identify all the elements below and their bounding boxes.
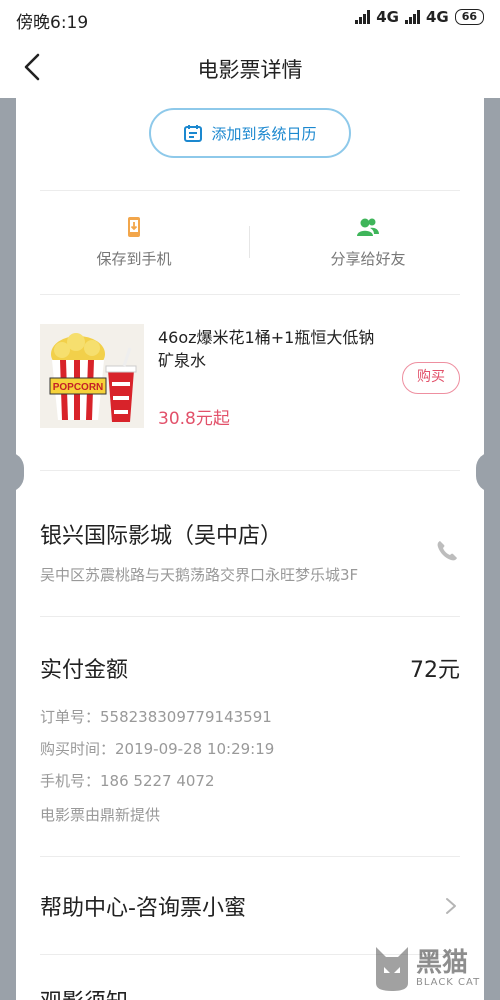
users-icon xyxy=(357,218,379,236)
phone-download-icon xyxy=(128,217,140,237)
status-time: 傍晚6:19 xyxy=(16,13,89,33)
save-to-phone-button[interactable]: 保存到手机 xyxy=(54,216,214,269)
buy-button[interactable]: 购买 xyxy=(402,362,460,394)
black-cat-watermark: 黑猫 BLACK CAT xyxy=(372,938,496,998)
help-center-link[interactable]: 帮助中心-咨询票小蜜 xyxy=(40,890,246,922)
watermark-text-en: BLACK CAT xyxy=(416,976,481,988)
ticket-card: 添加到系统日历 保存到手机 分享给好友 POPCORN 46oz爆米花1桶+1瓶… xyxy=(16,98,484,1000)
popcorn-illustration: POPCORN xyxy=(40,324,144,428)
network-type-2: 4G xyxy=(425,8,449,26)
action-divider xyxy=(249,226,250,258)
status-icons: 4G 4G 66 xyxy=(355,8,484,26)
page-title: 电影票详情 xyxy=(197,58,303,82)
network-type-1: 4G xyxy=(376,8,399,26)
add-to-calendar-button[interactable]: 添加到系统日历 xyxy=(149,108,351,158)
popcorn-image: POPCORN xyxy=(40,324,144,428)
share-to-friends-button[interactable]: 分享给好友 xyxy=(288,216,448,269)
divider xyxy=(40,470,460,471)
chevron-right-icon[interactable] xyxy=(444,896,458,916)
watermark-text-cn: 黑猫 xyxy=(416,947,469,978)
product-title: 46oz爆米花1桶+1瓶恒大低钠矿泉水 xyxy=(158,328,375,370)
purchase-time: 购买时间：2019-09-28 10:29:19 xyxy=(40,740,275,758)
paid-amount-value: 72元 xyxy=(410,658,460,683)
divider xyxy=(40,856,460,857)
phone-number: 手机号：186 5227 4072 xyxy=(40,772,215,790)
product-price: 30.8元起 xyxy=(158,409,230,429)
paid-amount-label: 实付金额 xyxy=(40,658,129,683)
save-to-phone-label: 保存到手机 xyxy=(96,250,172,268)
provider-note: 电影票由鼎新提供 xyxy=(40,806,161,824)
cinema-address: 吴中区苏震桃路与天鹅荡路交界口永旺梦乐城3F xyxy=(40,566,359,584)
divider xyxy=(40,190,460,191)
viewing-notice-heading: 观影须知 xyxy=(40,984,128,1000)
status-bar: 傍晚6:19 4G 4G 66 xyxy=(0,0,500,36)
nav-bar: 电影票详情 xyxy=(0,36,500,98)
divider xyxy=(40,616,460,617)
battery-icon: 66 xyxy=(454,9,484,25)
signal-icon xyxy=(355,10,371,24)
cat-logo-icon xyxy=(376,947,408,991)
add-to-calendar-label: 添加到系统日历 xyxy=(211,124,317,143)
popcorn-image-text: POPCORN xyxy=(53,382,104,393)
share-to-friends-label: 分享给好友 xyxy=(330,250,406,268)
call-cinema-button[interactable] xyxy=(434,538,460,564)
order-number: 订单号：558238309779143591 xyxy=(40,708,272,726)
signal-icon-2 xyxy=(404,10,420,24)
calendar-icon xyxy=(184,125,203,142)
cinema-name: 银兴国际影城（吴中店） xyxy=(40,524,283,549)
divider xyxy=(40,294,460,295)
phone-icon xyxy=(437,541,457,561)
